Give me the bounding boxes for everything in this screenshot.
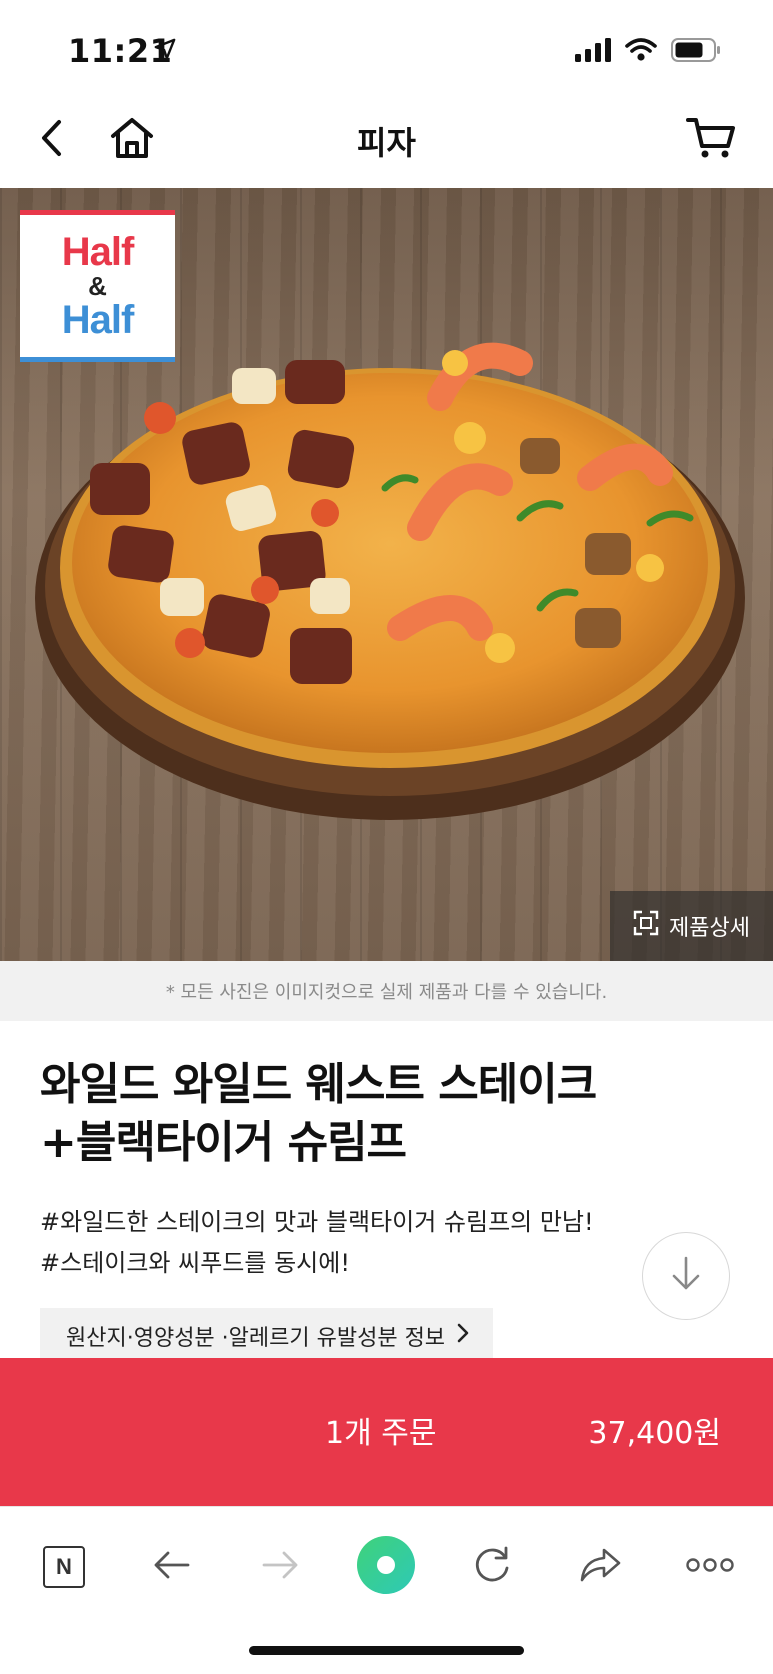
home-indicator	[249, 1646, 524, 1655]
share-icon	[578, 1546, 622, 1588]
order-button[interactable]: 1개 주문 37,400원	[0, 1358, 773, 1506]
naver-button[interactable]: N	[34, 1537, 94, 1597]
product-image: Half & Half 제품상세	[0, 188, 773, 961]
product-description: #와일드한 스테이크의 맛과 블랙타이거 슈림프의 만남! #스테이크와 씨푸드…	[40, 1202, 640, 1284]
naver-icon: N	[43, 1546, 85, 1588]
more-icon	[686, 1557, 734, 1577]
arrow-down-icon	[668, 1254, 704, 1298]
image-disclaimer: * 모든 사진은 이미지컷으로 실제 제품과 다를 수 있습니다.	[0, 961, 773, 1021]
status-indicators	[575, 38, 721, 66]
browser-back-icon	[152, 1549, 192, 1585]
reload-button[interactable]	[462, 1537, 522, 1597]
browser-back-button[interactable]	[142, 1537, 202, 1597]
product-desc-line2: #스테이크와 씨푸드를 동시에!	[40, 1248, 350, 1277]
chevron-right-icon	[457, 1323, 469, 1349]
origin-nutrition-allergy-link[interactable]: 원산지·영양성분 ·알레르기 유발성분 정보	[40, 1308, 494, 1364]
order-price: 37,400원	[588, 1416, 721, 1451]
battery-icon	[671, 38, 721, 66]
info-link-label: 원산지·영양성분 ·알레르기 유발성분 정보	[66, 1326, 446, 1351]
location-arrow-icon	[154, 38, 176, 64]
wifi-icon	[625, 38, 657, 66]
share-button[interactable]	[570, 1537, 630, 1597]
product-detail-label: 제품상세	[669, 916, 750, 941]
badge-half-bottom: Half	[61, 298, 135, 342]
product-title: 와일드 와일드 웨스트 스테이크 +블랙타이거 슈림프	[40, 1056, 740, 1172]
page-title: 피자	[357, 124, 416, 162]
green-dot-button[interactable]	[356, 1535, 416, 1599]
product-title-line1: 와일드 와일드 웨스트 스테이크	[40, 1059, 597, 1110]
cart-button[interactable]	[683, 112, 739, 168]
product-desc-line1: #와일드한 스테이크의 맛과 블랙타이거 슈림프의 만남!	[40, 1208, 594, 1236]
scroll-down-button[interactable]	[642, 1232, 730, 1320]
more-button[interactable]	[680, 1537, 740, 1597]
cart-icon	[686, 116, 736, 164]
expand-icon	[633, 910, 659, 942]
naver-letter: N	[56, 1554, 72, 1579]
badge-ampersand: &	[88, 271, 107, 301]
product-title-line2: +블랙타이거 슈림프	[40, 1117, 407, 1169]
half-and-half-badge: Half & Half	[20, 210, 175, 362]
browser-forward-icon	[260, 1549, 300, 1585]
badge-half-top: Half	[61, 230, 135, 274]
browser-forward-button[interactable]	[250, 1537, 310, 1597]
signal-icon	[575, 38, 611, 66]
reload-icon	[471, 1544, 513, 1590]
order-label: 1개 주문	[325, 1416, 437, 1451]
status-bar: 11:21	[0, 0, 773, 90]
green-dot-icon	[356, 1535, 416, 1599]
nav-bar: 피자	[0, 92, 773, 188]
product-detail-button[interactable]: 제품상세	[610, 891, 773, 961]
